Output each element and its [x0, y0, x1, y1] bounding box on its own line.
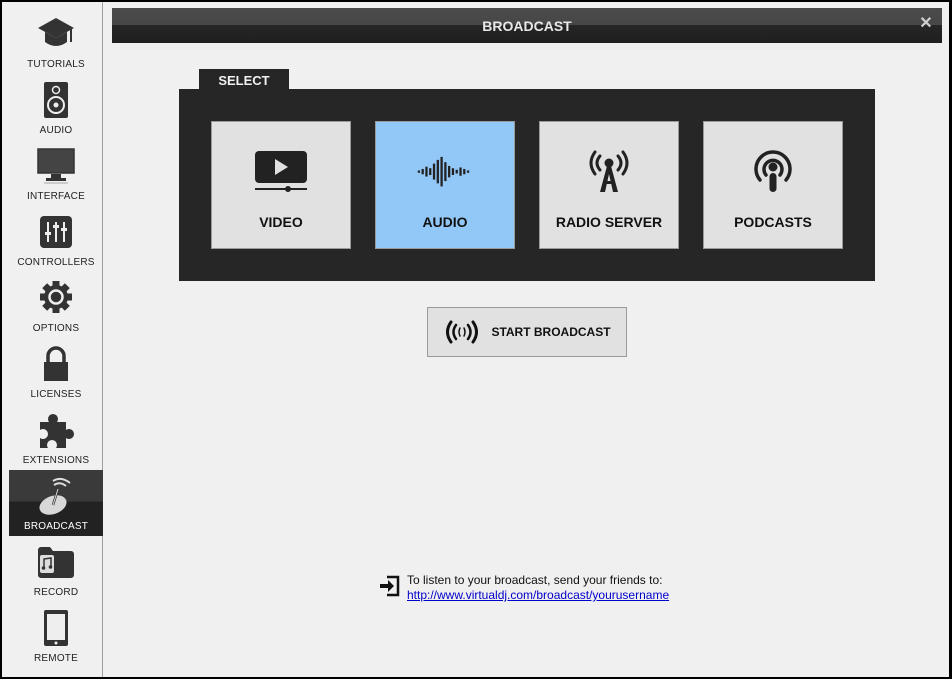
sidebar-item-label: BROADCAST [23, 521, 89, 532]
sidebar-item-options[interactable]: OPTIONS [9, 272, 103, 338]
sidebar-item-label: TUTORIALS [27, 59, 85, 70]
start-broadcast-button[interactable]: START BROADCAST [427, 307, 627, 357]
sliders-icon [36, 210, 76, 254]
sidebar-item-label: LICENSES [30, 389, 82, 400]
sidebar-item-label: INTERFACE [27, 191, 85, 202]
speaker-icon [36, 78, 76, 122]
start-broadcast-label: START BROADCAST [491, 325, 611, 339]
sidebar-item-record[interactable]: RECORD [9, 536, 103, 602]
option-audio[interactable]: AUDIO [375, 121, 515, 249]
gear-icon [36, 276, 76, 320]
option-label: PODCASTS [734, 214, 812, 230]
option-label: RADIO SERVER [555, 214, 663, 230]
sidebar-item-broadcast[interactable]: BROADCAST [9, 470, 103, 536]
sign-in-icon [378, 575, 400, 597]
sidebar-item-tutorials[interactable]: TUTORIALS [9, 8, 103, 74]
sidebar-item-remote[interactable]: REMOTE [9, 602, 103, 668]
app-window: TUTORIALS AUDIO INTERFACE CONTROLLERS OP… [2, 2, 949, 677]
broadcast-waves-icon [443, 320, 483, 344]
option-podcasts[interactable]: PODCASTS [703, 121, 843, 249]
sidebar-item-extensions[interactable]: EXTENSIONS [9, 404, 103, 470]
window-title: BROADCAST [482, 17, 572, 34]
broadcast-link[interactable]: http://www.virtualdj.com/broadcast/youru… [407, 588, 669, 602]
option-label: AUDIO [422, 214, 468, 230]
sidebar: TUTORIALS AUDIO INTERFACE CONTROLLERS OP… [2, 2, 103, 677]
share-info: To listen to your broadcast, send your f… [378, 573, 669, 603]
music-folder-icon [36, 540, 76, 584]
select-panel: VIDEO AUDIO RADIO SERVER PODCASTS [179, 89, 875, 281]
video-player-icon [253, 148, 309, 196]
title-bar: BROADCAST ✕ [112, 8, 942, 43]
select-tab: SELECT [199, 69, 289, 91]
close-icon[interactable]: ✕ [918, 16, 934, 32]
sidebar-item-label: OPTIONS [32, 323, 80, 334]
satellite-dish-icon [36, 474, 76, 518]
lock-icon [36, 342, 76, 386]
option-radio-server[interactable]: RADIO SERVER [539, 121, 679, 249]
sidebar-item-label: CONTROLLERS [17, 257, 95, 268]
waveform-icon [417, 148, 473, 196]
option-label: VIDEO [259, 214, 303, 230]
sidebar-item-licenses[interactable]: LICENSES [9, 338, 103, 404]
sidebar-item-interface[interactable]: INTERFACE [9, 140, 103, 206]
radio-tower-icon [581, 148, 637, 196]
puzzle-icon [36, 408, 76, 452]
sidebar-item-label: RECORD [33, 587, 79, 598]
podcast-icon [745, 148, 801, 196]
option-video[interactable]: VIDEO [211, 121, 351, 249]
tablet-icon [36, 606, 76, 650]
monitor-icon [36, 144, 76, 188]
share-info-text: To listen to your broadcast, send your f… [407, 573, 663, 587]
sidebar-item-label: REMOTE [34, 653, 78, 664]
sidebar-item-audio[interactable]: AUDIO [9, 74, 103, 140]
sidebar-item-label: AUDIO [39, 125, 73, 136]
graduation-cap-icon [36, 12, 76, 56]
sidebar-item-controllers[interactable]: CONTROLLERS [9, 206, 103, 272]
sidebar-item-label: EXTENSIONS [22, 455, 90, 466]
